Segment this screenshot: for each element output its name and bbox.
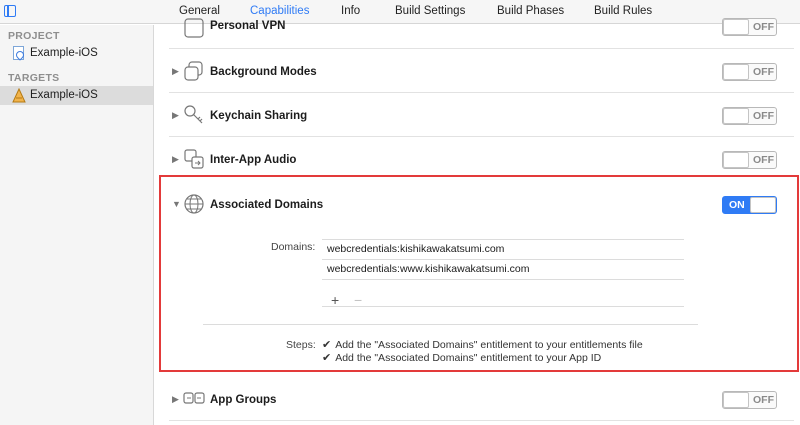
background-modes-icon [184, 61, 203, 81]
domain-entry[interactable]: webcredentials:kishikawakatsumi.com [322, 239, 684, 259]
step-text: Add the "Associated Domains" entitlement… [335, 352, 602, 364]
capability-row-background-modes: ▶ Background Modes OFF [155, 49, 800, 93]
capability-toggle[interactable]: OFF [722, 107, 777, 125]
step-item: ✔ Add the "Associated Domains" entitlemen… [322, 338, 643, 351]
toggle-state-label: OFF [753, 110, 774, 122]
toggle-knob [723, 64, 749, 80]
remove-domain-button[interactable]: − [354, 292, 362, 308]
capability-toggle[interactable]: OFF [722, 391, 777, 409]
domain-entry[interactable]: webcredentials:www.kishikawakatsumi.com [322, 259, 684, 279]
key-icon [184, 105, 203, 124]
capability-row-personal-vpn: Personal VPN OFF [155, 5, 800, 49]
toggle-state-label: OFF [753, 154, 774, 166]
sidebar-item-label: Example-iOS [30, 89, 98, 101]
domains-list: webcredentials:kishikawakatsumi.com webc… [322, 239, 684, 307]
toggle-knob [723, 392, 749, 408]
navigator-toggle-icon[interactable] [4, 5, 16, 17]
audio-icon [184, 149, 204, 169]
row-divider [169, 420, 794, 421]
toggle-state-label: OFF [753, 21, 774, 33]
toggle-state-label: ON [729, 199, 745, 211]
capability-title: Keychain Sharing [210, 110, 308, 122]
sidebar-item-project[interactable]: Example-iOS [0, 44, 153, 63]
targets-section-header: TARGETS [8, 72, 60, 84]
step-text: Add the "Associated Domains" entitlement… [335, 339, 643, 351]
capability-row-keychain-sharing: ▶ Keychain Sharing OFF [155, 93, 800, 137]
toggle-knob [723, 19, 749, 35]
toggle-knob [723, 152, 749, 168]
steps-divider [203, 324, 698, 325]
capability-toggle[interactable]: OFF [722, 18, 777, 36]
add-domain-button[interactable]: + [331, 292, 339, 308]
toggle-knob [750, 197, 776, 213]
capability-title: Background Modes [210, 66, 317, 78]
checkmark-icon: ✔ [322, 352, 332, 364]
app-target-icon [12, 88, 26, 103]
domains-label: Domains: [271, 241, 316, 253]
sidebar-item-label: Example-iOS [30, 47, 98, 59]
step-item: ✔ Add the "Associated Domains" entitlemen… [322, 351, 601, 364]
toggle-state-label: OFF [753, 394, 774, 406]
capability-toggle[interactable]: OFF [722, 151, 777, 169]
domain-empty-row [322, 279, 684, 307]
disclosure-triangle-icon[interactable]: ▶ [172, 154, 179, 165]
disclosure-triangle-icon[interactable]: ▶ [172, 66, 179, 77]
steps-label: Steps: [286, 339, 316, 351]
capability-row-associated-domains: ▼ Associated Domains ON [155, 183, 800, 227]
toggle-knob [723, 108, 749, 124]
globe-icon [184, 194, 204, 214]
sidebar-item-target[interactable]: Example-iOS [0, 86, 153, 105]
capability-title: Associated Domains [210, 199, 324, 211]
capability-title: Personal VPN [210, 20, 286, 32]
project-navigator: PROJECT Example-iOS TARGETS Example-iOS [0, 25, 154, 425]
disclosure-triangle-icon[interactable]: ▶ [172, 110, 179, 121]
disclosure-triangle-expanded-icon[interactable]: ▼ [172, 199, 181, 209]
xcode-project-icon [13, 46, 24, 60]
project-section-header: PROJECT [8, 30, 60, 42]
capability-title: Inter-App Audio [210, 154, 297, 166]
disclosure-triangle-icon[interactable]: ▶ [172, 394, 179, 405]
toggle-state-label: OFF [753, 66, 774, 78]
checkmark-icon: ✔ [322, 339, 332, 351]
capability-row-app-groups: ▶ App Groups OFF [155, 377, 800, 421]
capability-title: App Groups [210, 394, 277, 406]
capability-toggle[interactable]: OFF [722, 63, 777, 81]
app-groups-icon [183, 392, 205, 404]
vpn-icon [184, 18, 204, 38]
capabilities-pane: Personal VPN OFF ▶ Background Modes OFF … [155, 18, 800, 425]
capability-toggle[interactable]: ON [722, 196, 777, 214]
